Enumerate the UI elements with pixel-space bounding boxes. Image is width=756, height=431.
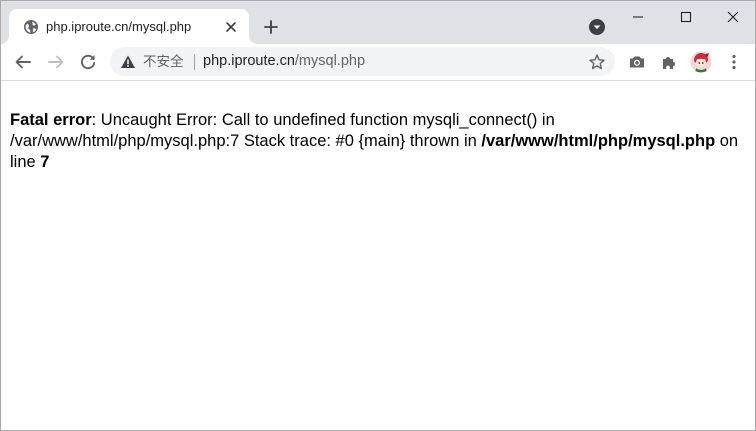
tab-title: php.iproute.cn/mysql.php	[46, 19, 192, 34]
maximize-icon	[680, 11, 692, 23]
minimize-icon	[633, 16, 643, 18]
window-close-button[interactable]	[710, 1, 756, 33]
arrow-right-icon[interactable]	[45, 51, 67, 73]
star-icon[interactable]	[588, 53, 606, 71]
reload-icon[interactable]	[77, 51, 99, 73]
url-text[interactable]: php.iproute.cn/mysql.php	[203, 52, 365, 70]
browser-window: php.iproute.cn/mysql.php 不安全 php.iproute…	[0, 0, 756, 431]
php-fatal-error-message: Fatal error: Uncaught Error: Call to und…	[10, 110, 750, 173]
chevron-down-circle-icon[interactable]	[588, 18, 606, 36]
toolbar: 不安全 php.iproute.cn/mysql.php	[1, 44, 755, 81]
maximize-button[interactable]	[663, 1, 709, 33]
avatar[interactable]	[690, 51, 712, 73]
close-icon[interactable]	[223, 19, 239, 35]
url-host: php.iproute.cn	[203, 53, 295, 69]
page-content: Fatal error: Uncaught Error: Call to und…	[1, 81, 755, 430]
error-label: Fatal error	[10, 111, 92, 129]
security-status-label[interactable]: 不安全	[143, 53, 184, 70]
plus-icon[interactable]	[261, 17, 281, 37]
error-file-path: /var/www/html/php/mysql.php	[481, 132, 716, 150]
camera-icon[interactable]	[628, 53, 646, 71]
minimize-button[interactable]	[615, 1, 661, 33]
error-message: : Uncaught Error: Call to undefined func…	[10, 111, 555, 150]
omnibox-divider	[194, 54, 195, 70]
warning-triangle-icon[interactable]	[120, 54, 136, 70]
tab-active[interactable]: php.iproute.cn/mysql.php	[9, 9, 249, 44]
arrow-left-icon[interactable]	[12, 51, 34, 73]
error-line-number: 7	[40, 153, 50, 171]
puzzle-icon[interactable]	[660, 53, 678, 71]
kebab-menu-icon[interactable]	[725, 53, 743, 71]
close-icon	[727, 11, 739, 23]
url-path: /mysql.php	[294, 53, 366, 69]
tab-strip: php.iproute.cn/mysql.php	[1, 1, 755, 44]
globe-icon	[24, 20, 38, 34]
address-bar[interactable]: 不安全 php.iproute.cn/mysql.php	[110, 47, 615, 76]
